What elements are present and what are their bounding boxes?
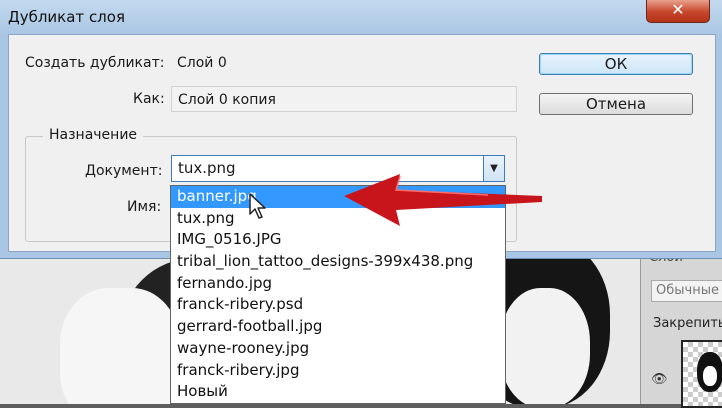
penguin-icon	[697, 352, 722, 392]
dialog-title: Дубликат слоя	[8, 8, 125, 26]
as-label: Как:	[133, 91, 165, 107]
dropdown-item[interactable]: franck-ribery.jpg	[171, 360, 505, 382]
duplicate-label: Создать дубликат:	[25, 55, 165, 71]
dropdown-item[interactable]: Новый	[171, 381, 505, 403]
document-select-value: tux.png	[178, 159, 236, 177]
dropdown-item[interactable]: fernando.jpg	[171, 273, 505, 295]
destination-group-title: Назначение	[43, 127, 144, 143]
mouse-cursor-icon	[249, 193, 266, 219]
layers-panel: Слои Обычные Закрепить 👁	[640, 240, 722, 408]
ok-button[interactable]: ОК	[539, 53, 693, 75]
canvas-shape	[500, 288, 590, 404]
name-label: Имя:	[127, 199, 162, 215]
canvas-shape	[60, 288, 180, 404]
eye-icon[interactable]: 👁	[651, 372, 668, 387]
title-bar[interactable]: Дубликат слоя ✕	[0, 0, 722, 34]
close-button[interactable]: ✕	[646, 0, 710, 23]
dropdown-item[interactable]: gerrard-football.jpg	[171, 316, 505, 338]
cancel-button[interactable]: Отмена	[539, 93, 693, 115]
dropdown-item[interactable]: tribal_lion_tattoo_designs-399x438.png	[171, 251, 505, 273]
dropdown-item[interactable]: wayne-rooney.jpg	[171, 338, 505, 360]
red-arrow-icon	[344, 174, 542, 226]
layer-thumbnail[interactable]	[681, 340, 722, 408]
duplicate-value: Слой 0	[177, 55, 227, 71]
dropdown-item[interactable]: franck-ribery.psd	[171, 294, 505, 316]
lock-label: Закрепить	[653, 316, 722, 331]
blend-mode-select[interactable]: Обычные	[651, 280, 722, 302]
document-label: Документ:	[85, 163, 163, 179]
as-input[interactable]: Слой 0 копия	[171, 86, 517, 112]
close-icon: ✕	[671, 0, 685, 19]
dropdown-item[interactable]: IMG_0516.JPG	[171, 229, 505, 251]
